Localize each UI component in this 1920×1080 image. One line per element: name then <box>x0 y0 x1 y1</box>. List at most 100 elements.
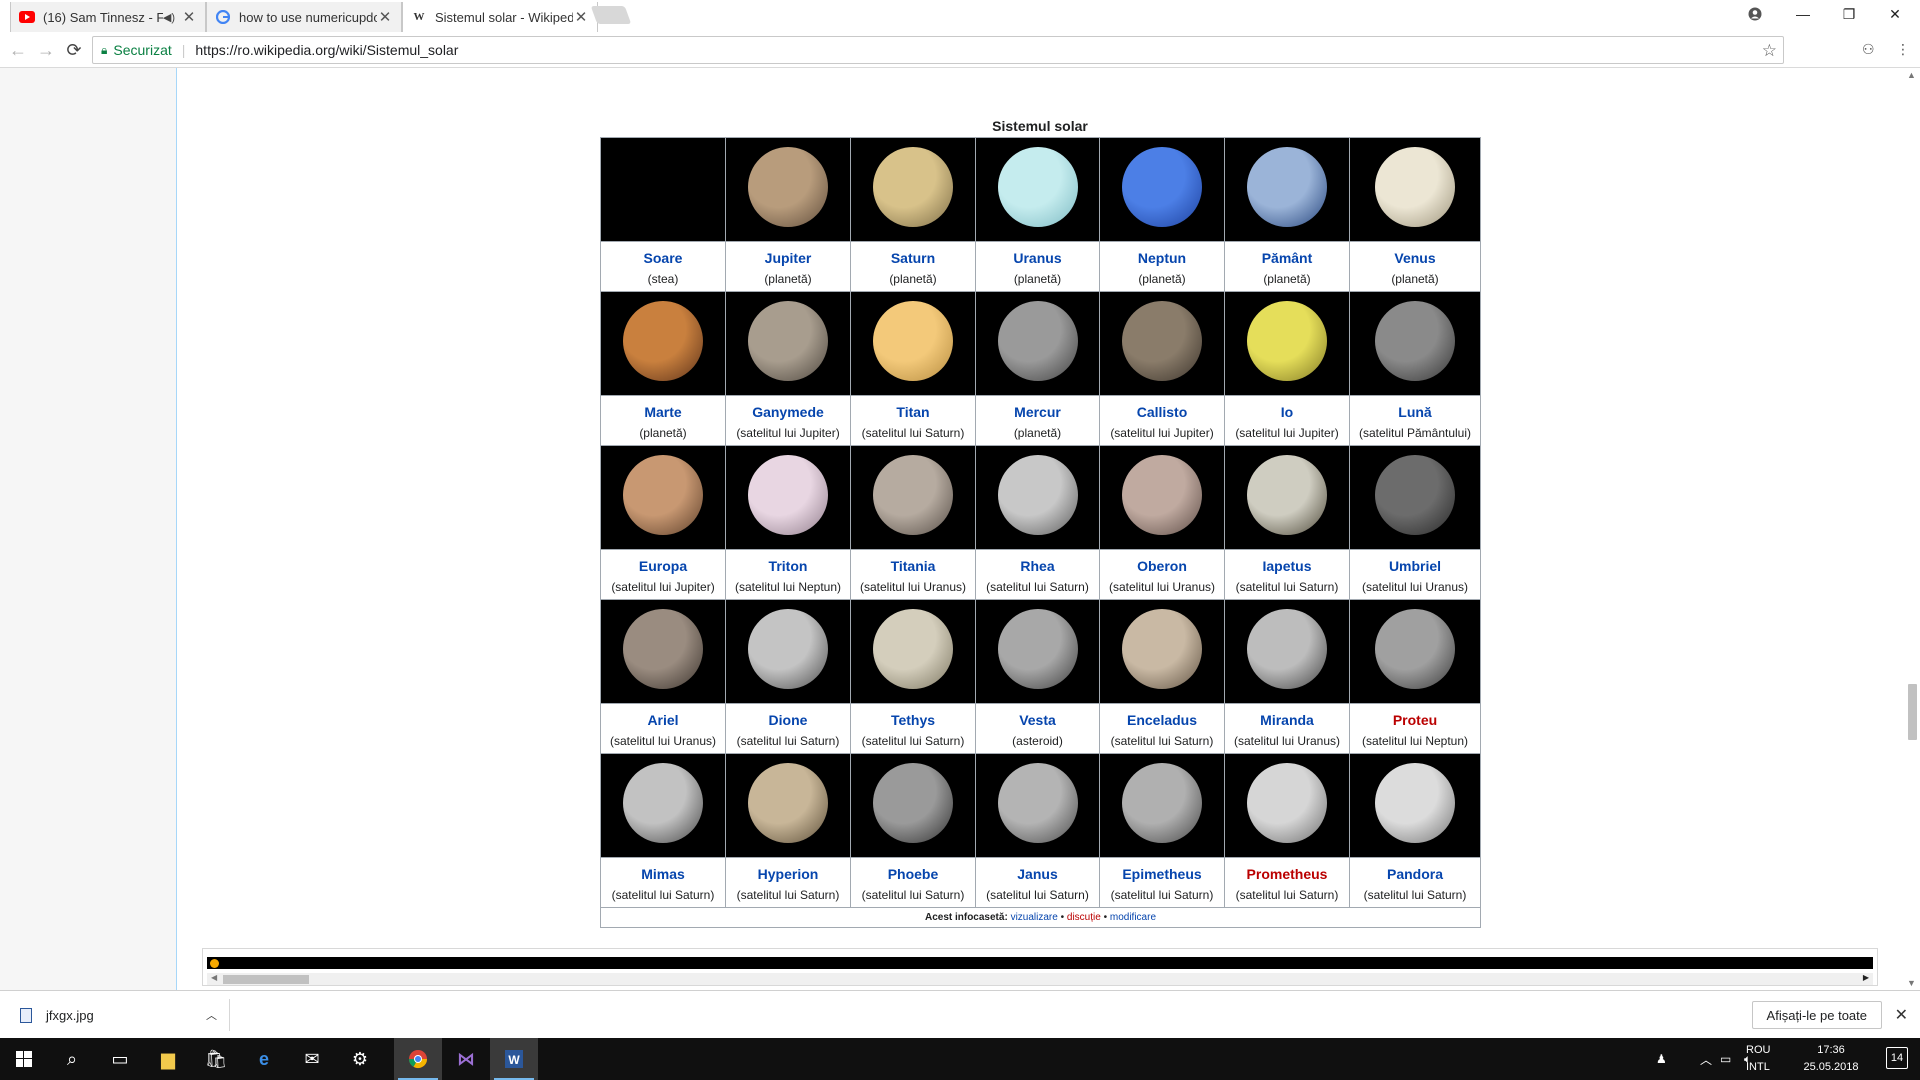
restore-icon[interactable]: ❐ <box>1826 0 1872 28</box>
back-icon[interactable]: ← <box>6 38 30 62</box>
chrome-icon[interactable] <box>394 1038 442 1080</box>
body-image-cell[interactable] <box>1224 291 1350 396</box>
body-name-link[interactable]: Prometheus <box>1225 866 1349 882</box>
vertical-scrollbar[interactable]: ▲ ▼ <box>1904 68 1920 990</box>
celestial-body-image[interactable] <box>1122 609 1202 689</box>
body-name-link[interactable]: Neptun <box>1100 250 1224 266</box>
body-name-link[interactable]: Titan <box>851 404 975 420</box>
reload-icon[interactable]: ⟳ <box>62 38 86 62</box>
notification-center-icon[interactable]: 14 <box>1886 1047 1908 1069</box>
new-tab-button[interactable] <box>590 6 632 24</box>
celestial-body-image[interactable] <box>997 147 1078 227</box>
body-image-cell[interactable] <box>975 291 1100 396</box>
celestial-body-image[interactable] <box>1247 455 1327 535</box>
body-image-cell[interactable] <box>1349 137 1481 242</box>
body-image-cell[interactable] <box>1224 137 1350 242</box>
body-image-cell[interactable] <box>1349 599 1481 704</box>
celestial-body-image[interactable] <box>1247 609 1327 689</box>
body-name-link[interactable]: Io <box>1225 404 1349 420</box>
close-tab-icon[interactable]: ✕ <box>181 8 197 26</box>
word-icon[interactable]: W <box>490 1038 538 1080</box>
body-name-link[interactable]: Uranus <box>976 250 1099 266</box>
body-name-link[interactable]: Epimetheus <box>1100 866 1224 882</box>
body-name-link[interactable]: Dione <box>726 712 850 728</box>
body-image-cell[interactable] <box>975 445 1100 550</box>
url-text[interactable]: https://ro.wikipedia.org/wiki/Sistemul_s… <box>195 42 458 58</box>
celestial-body-image[interactable] <box>873 609 953 689</box>
body-name-link[interactable]: Europa <box>601 558 725 574</box>
body-name-link[interactable]: Triton <box>726 558 850 574</box>
tab-youtube[interactable]: (16) Sam Tinnesz - Fa ◀) ✕ <box>10 2 206 32</box>
profile-icon[interactable] <box>1732 0 1778 28</box>
celestial-body-image[interactable] <box>873 301 953 381</box>
body-image-cell[interactable] <box>725 599 851 704</box>
body-name-link[interactable]: Phoebe <box>851 866 975 882</box>
body-image-cell[interactable] <box>725 753 851 858</box>
speaker-icon[interactable]: ◀) <box>163 11 175 24</box>
body-name-link[interactable]: Miranda <box>1225 712 1349 728</box>
body-name-link[interactable]: Titania <box>851 558 975 574</box>
body-name-link[interactable]: Umbriel <box>1350 558 1480 574</box>
system-clock[interactable]: 17:36 25.05.2018 <box>1796 1042 1866 1076</box>
forward-icon[interactable]: → <box>34 38 58 62</box>
body-name-link[interactable]: Lună <box>1350 404 1480 420</box>
body-name-link[interactable]: Ganymede <box>726 404 850 420</box>
address-bar[interactable]: 🔒︎ Securizat | https://ro.wikipedia.org/… <box>92 36 1784 64</box>
store-icon[interactable]: 🛍︎ <box>192 1038 240 1080</box>
body-name-link[interactable]: Hyperion <box>726 866 850 882</box>
body-image-cell[interactable] <box>1349 445 1481 550</box>
celestial-body-image[interactable] <box>1247 301 1327 381</box>
body-name-link[interactable]: Mercur <box>976 404 1099 420</box>
scroll-down-arrow-icon[interactable]: ▼ <box>1907 978 1916 988</box>
body-name-link[interactable]: Vesta <box>976 712 1099 728</box>
body-name-link[interactable]: Iapetus <box>1225 558 1349 574</box>
celestial-body-image[interactable] <box>748 455 828 535</box>
celestial-body-image[interactable] <box>748 609 828 689</box>
celestial-body-image[interactable] <box>1122 455 1202 535</box>
body-image-cell[interactable] <box>1099 753 1225 858</box>
body-image-cell[interactable] <box>850 445 976 550</box>
celestial-body-image[interactable] <box>1122 147 1202 227</box>
close-tab-icon[interactable]: ✕ <box>377 8 393 26</box>
celestial-body-image[interactable] <box>1122 763 1202 843</box>
celestial-body-image[interactable] <box>873 455 953 535</box>
visual-studio-icon[interactable]: ⋈ <box>442 1038 490 1080</box>
body-image-cell[interactable] <box>1349 753 1481 858</box>
body-image-cell[interactable] <box>600 445 726 550</box>
language-indicator[interactable]: ROU INTL <box>1746 1042 1778 1076</box>
body-image-cell[interactable] <box>1224 753 1350 858</box>
celestial-body-image[interactable] <box>1375 763 1455 843</box>
celestial-body-image[interactable] <box>1247 147 1327 227</box>
download-item[interactable]: jfxgx.jpg ︿ <box>20 999 230 1031</box>
celestial-body-image[interactable] <box>623 763 703 843</box>
body-image-cell[interactable] <box>1099 599 1225 704</box>
body-image-cell[interactable] <box>600 291 726 396</box>
search-icon[interactable]: ⌕ <box>48 1038 96 1080</box>
tab-google[interactable]: how to use numericupdo ✕ <box>206 2 402 32</box>
body-name-link[interactable]: Saturn <box>851 250 975 266</box>
body-name-link[interactable]: Marte <box>601 404 725 420</box>
body-image-cell[interactable] <box>850 291 976 396</box>
celestial-body-image[interactable] <box>1375 455 1455 535</box>
celestial-body-image[interactable] <box>623 301 703 381</box>
menu-icon[interactable]: ⋮ <box>1896 41 1910 58</box>
windows-start-icon[interactable] <box>0 1038 48 1080</box>
edit-template-link[interactable]: modificare <box>1110 912 1156 923</box>
body-name-link[interactable]: Proteu <box>1350 712 1480 728</box>
body-image-cell[interactable] <box>1224 599 1350 704</box>
body-name-link[interactable]: Enceladus <box>1100 712 1224 728</box>
body-name-link[interactable]: Pandora <box>1350 866 1480 882</box>
horizontal-scrollbar[interactable]: ◀ ▶ <box>207 973 1873 985</box>
media-progress-bar[interactable] <box>207 957 1873 969</box>
body-image-cell[interactable] <box>850 599 976 704</box>
edge-icon[interactable]: e <box>240 1038 288 1080</box>
body-image-cell[interactable] <box>850 753 976 858</box>
body-image-cell[interactable] <box>975 753 1100 858</box>
body-image-cell[interactable] <box>725 137 851 242</box>
close-shelf-icon[interactable]: ✕ <box>1895 1005 1908 1025</box>
body-image-cell[interactable] <box>1349 291 1481 396</box>
body-name-link[interactable]: Jupiter <box>726 250 850 266</box>
scrollbar-thumb[interactable] <box>1908 684 1917 740</box>
celestial-body-image[interactable] <box>623 455 703 535</box>
celestial-body-image[interactable] <box>1122 301 1202 381</box>
